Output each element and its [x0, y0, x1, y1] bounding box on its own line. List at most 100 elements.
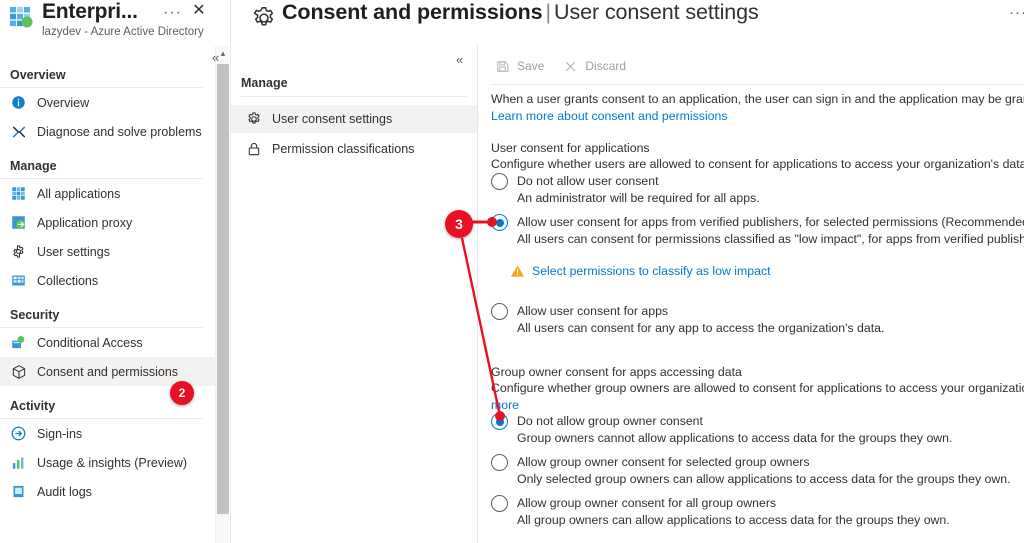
- save-button[interactable]: Save: [492, 51, 554, 81]
- settings-content-panel: Save Discard When a user grants consent …: [478, 45, 1024, 543]
- sidebar-item-diagnose-and-solve-problems[interactable]: Diagnose and solve problems: [0, 117, 215, 146]
- sidebar-item-label: User settings: [37, 244, 110, 259]
- gear-icon: [251, 5, 277, 31]
- midnav-collapse-icon[interactable]: «: [456, 52, 463, 67]
- sidebar-item-usage-insights-preview[interactable]: Usage & insights (Preview): [0, 448, 215, 477]
- sidebar-item-label: Consent and permissions: [37, 364, 179, 379]
- page-title-sub: User consent settings: [554, 0, 759, 24]
- sidebar-section-header: Activity: [0, 399, 203, 419]
- group-owner-more-link[interactable]: more: [491, 398, 519, 413]
- sidebar-item-label: Overview: [37, 95, 90, 110]
- gear-icon: [245, 110, 263, 128]
- sidebar-item-label: Collections: [37, 273, 99, 288]
- sidebar-item-label: All applications: [37, 186, 121, 201]
- enterprise-applications-icon: [8, 5, 36, 29]
- sidebar-scrollbar[interactable]: ▲: [215, 46, 229, 543]
- blade-subtitle: lazydev - Azure Active Directory: [42, 26, 204, 38]
- sidebar-header: Enterpri... ··· ✕ lazydev - Azure Active…: [0, 0, 215, 46]
- radio-description: Group owners cannot allow applications t…: [517, 431, 953, 445]
- intro-text: When a user grants consent to an applica…: [491, 92, 1024, 106]
- radio-button[interactable]: [491, 413, 508, 430]
- sidebar-item-consent-and-permissions[interactable]: Consent and permissions: [0, 357, 215, 386]
- radio-button[interactable]: [491, 173, 508, 190]
- nav-item-user-consent-settings[interactable]: User consent settings: [231, 105, 477, 133]
- radio-description: All users can consent for any app to acc…: [517, 321, 885, 335]
- cube-icon: [10, 363, 27, 380]
- user-consent-desc-text: Configure whether users are allowed to c…: [491, 157, 1024, 171]
- blade-title: Enterpri...: [42, 0, 138, 23]
- sidebar-item-application-proxy[interactable]: Application proxy: [0, 208, 215, 237]
- gear-icon: [10, 243, 27, 260]
- command-bar-divider: [491, 84, 1024, 85]
- discard-button-label: Discard: [585, 59, 627, 73]
- low-impact-warning-row[interactable]: Select permissions to classify as low im…: [510, 264, 771, 278]
- sidebar-item-sign-ins[interactable]: Sign-ins: [0, 419, 215, 448]
- sidebar-item-label: Diagnose and solve problems: [37, 124, 202, 139]
- collections-icon: [10, 272, 27, 289]
- user-consent-section-title: User consent for applications: [491, 141, 650, 155]
- low-impact-warning-link[interactable]: Select permissions to classify as low im…: [532, 264, 771, 278]
- command-bar: Save Discard: [478, 49, 1024, 83]
- sidebar-item-label: Sign-ins: [37, 426, 83, 441]
- lock-icon: [245, 140, 263, 158]
- radio-description: All users can consent for permissions cl…: [517, 232, 1024, 246]
- sidebar-collapse-icon[interactable]: «: [212, 50, 219, 65]
- radio-button[interactable]: [491, 495, 508, 512]
- settings-nav-panel: « Manage User consent settings Permissio…: [231, 45, 477, 543]
- radio-label: Allow group owner consent for selected g…: [517, 455, 810, 469]
- discard-button[interactable]: Discard: [560, 51, 636, 81]
- page-title-separator: |: [545, 0, 552, 24]
- radio-label: Allow user consent for apps from verifie…: [517, 215, 1024, 229]
- learn-more-link[interactable]: Learn more about consent and permissions: [491, 109, 728, 124]
- sidebar-item-label: Usage & insights (Preview): [37, 455, 188, 470]
- page-more-icon[interactable]: ···: [1009, 4, 1024, 21]
- sidebar-item-user-settings[interactable]: User settings: [0, 237, 215, 266]
- radio-label: Do not allow group owner consent: [517, 414, 703, 428]
- sidebar-item-label: Audit logs: [37, 484, 92, 499]
- sidebar-section-header: Overview: [0, 68, 203, 88]
- nav-item-label: User consent settings: [272, 112, 393, 126]
- page-title: Consent and permissions | User consent set…: [282, 0, 759, 25]
- scrollbar-thumb[interactable]: [217, 64, 229, 514]
- radio-description: Only selected group owners can allow app…: [517, 472, 1011, 486]
- sidebar-item-all-applications[interactable]: All applications: [0, 179, 215, 208]
- group-owner-section-title: Group owner consent for apps accessing d…: [491, 365, 742, 379]
- main-blade-header: Consent and permissions | User consent set…: [231, 0, 1024, 45]
- conditional-access-icon: [10, 334, 27, 351]
- save-icon: [494, 58, 511, 75]
- grid-icon: [10, 185, 27, 202]
- left-blade-sidebar: Enterpri... ··· ✕ lazydev - Azure Active…: [0, 0, 215, 543]
- azure-portal-screen: Enterpri... ··· ✕ lazydev - Azure Active…: [0, 0, 1024, 543]
- proxy-icon: [10, 214, 27, 231]
- sidebar-item-label: Application proxy: [37, 215, 133, 230]
- group-owner-section-desc: Configure whether group owners are allow…: [491, 381, 1024, 395]
- sidebar-section-header: Manage: [0, 159, 203, 179]
- warning-icon: [510, 264, 525, 278]
- radio-button[interactable]: [491, 214, 508, 231]
- nav-item-label: Permission classifications: [272, 142, 415, 156]
- save-button-label: Save: [517, 59, 545, 73]
- sidebar-nav-list: Overview Overview Diagnose and solve probl…: [0, 46, 215, 543]
- sidebar-item-collections[interactable]: Collections: [0, 266, 215, 295]
- sidebar-section-header: Security: [0, 308, 203, 328]
- close-icon: [562, 58, 579, 75]
- sidebar-item-overview[interactable]: Overview: [0, 88, 215, 117]
- radio-description: An administrator will be required for al…: [517, 191, 760, 205]
- radio-description: All group owners can allow applications …: [517, 513, 950, 527]
- info-icon: [10, 94, 27, 111]
- radio-label: Allow user consent for apps: [517, 304, 669, 318]
- sidebar-item-conditional-access[interactable]: Conditional Access: [0, 328, 215, 357]
- midnav-section-header: Manage: [241, 76, 467, 97]
- chart-icon: [10, 454, 27, 471]
- book-icon: [10, 483, 27, 500]
- signin-icon: [10, 425, 27, 442]
- nav-item-permission-classifications[interactable]: Permission classifications: [231, 135, 477, 163]
- blade-more-icon[interactable]: ···: [163, 4, 182, 22]
- radio-button[interactable]: [491, 454, 508, 471]
- radio-button[interactable]: [491, 303, 508, 320]
- wrench-icon: [10, 123, 27, 140]
- radio-label: Do not allow user consent: [517, 174, 659, 188]
- close-icon[interactable]: ✕: [190, 2, 208, 20]
- sidebar-item-label: Conditional Access: [37, 335, 143, 350]
- sidebar-item-audit-logs[interactable]: Audit logs: [0, 477, 215, 506]
